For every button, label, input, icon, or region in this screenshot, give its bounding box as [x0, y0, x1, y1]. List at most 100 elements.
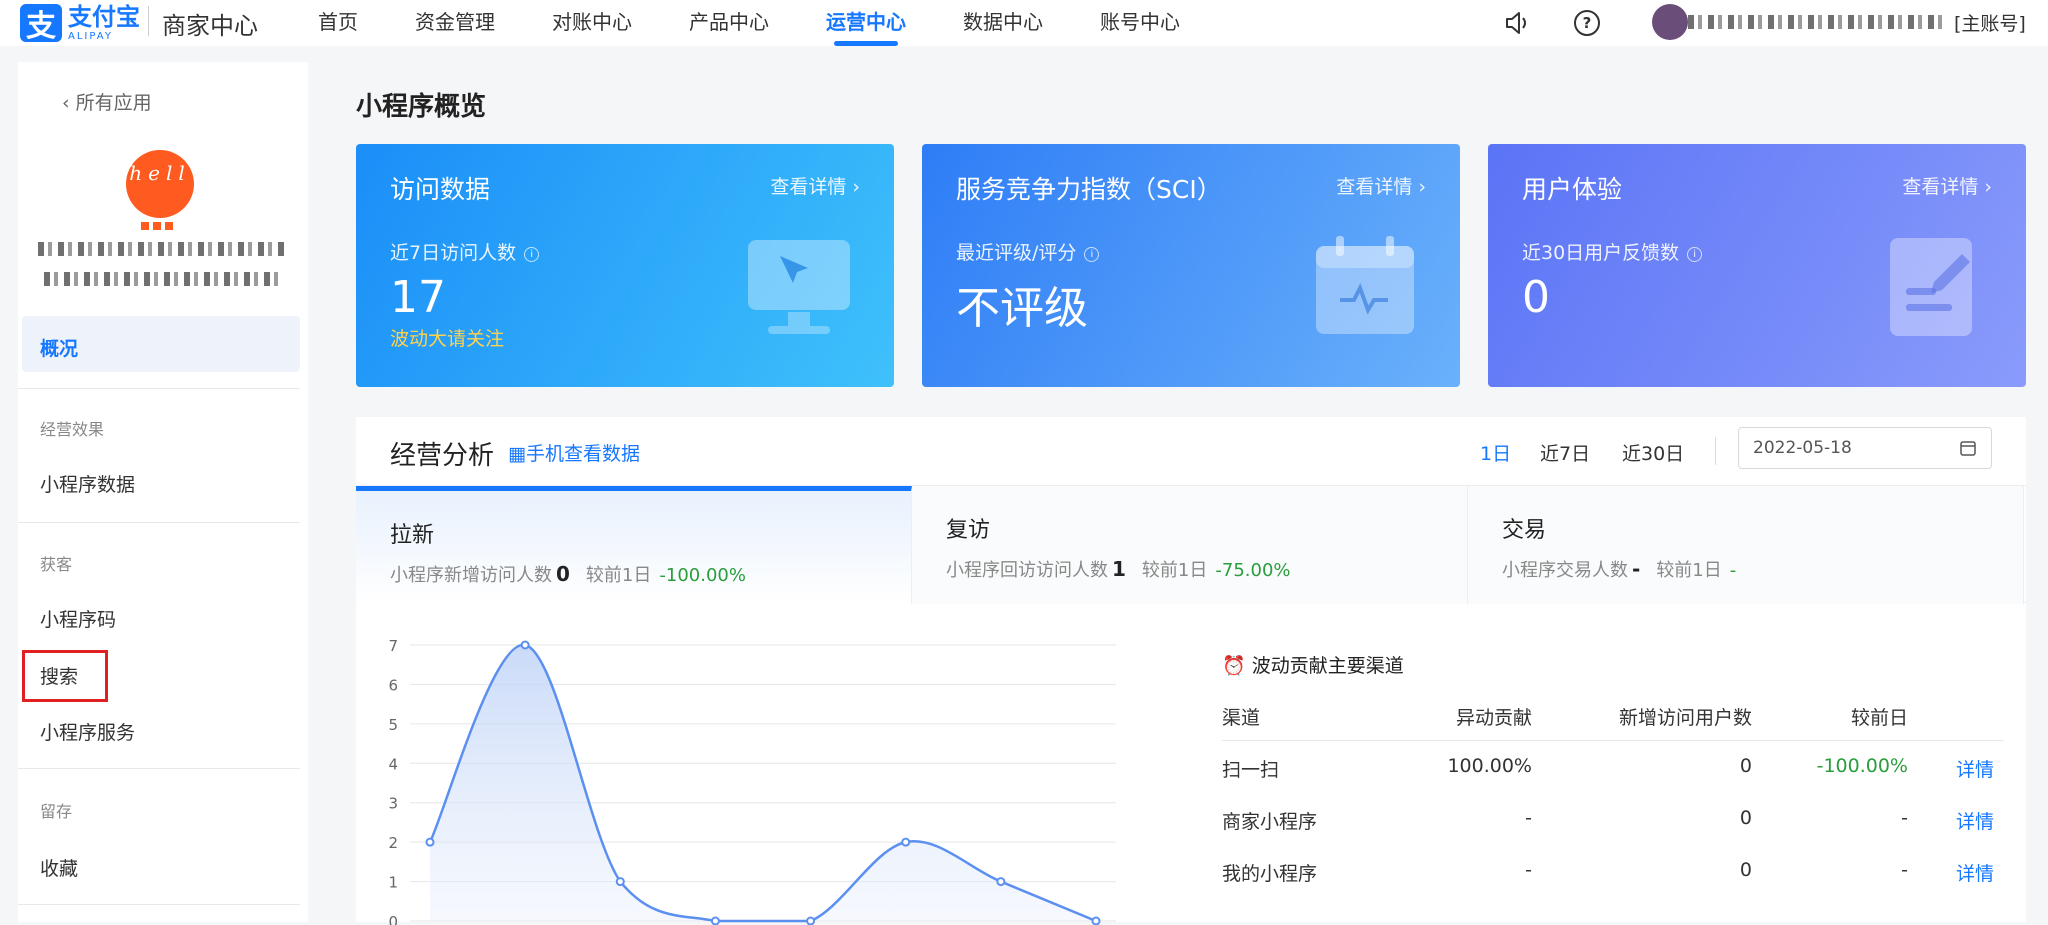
detail-link[interactable]: 详情	[1956, 859, 1994, 886]
data-point	[806, 916, 816, 925]
sidebar-item-mini-service[interactable]: 小程序服务	[40, 718, 135, 745]
th-change: 较前日	[1850, 707, 1908, 729]
range-divider	[1715, 437, 1716, 465]
info-icon[interactable]: i	[1687, 247, 1703, 262]
sidebar-divider	[18, 768, 300, 769]
info-icon[interactable]: i	[1084, 247, 1100, 262]
sidebar-divider	[18, 388, 300, 389]
tab-metric: 小程序回访访问人数 1 较前1日 -75.00%	[946, 557, 1291, 581]
logo-divider	[148, 6, 149, 36]
card-label: 近7日访问人数 i	[390, 238, 540, 265]
th-channel: 渠道	[1222, 707, 1261, 729]
nav-home[interactable]: 首页	[318, 0, 358, 46]
y-tick-label: 2	[388, 834, 398, 852]
account-menu[interactable]: [主账号]	[1652, 4, 2026, 40]
cell-change: -	[1901, 807, 1908, 829]
detail-link[interactable]: 详情	[1956, 755, 1994, 782]
card-detail-link[interactable]: 查看详情 ›	[770, 172, 860, 199]
logo-en-text: ALIPAY	[68, 30, 113, 42]
y-tick-label: 1	[388, 874, 398, 892]
alipay-logo[interactable]: 支 支付宝 ALIPAY	[20, 2, 140, 44]
detail-link[interactable]: 详情	[1956, 807, 1994, 834]
y-tick-label: 4	[388, 755, 398, 773]
data-point	[996, 877, 1006, 887]
data-point	[901, 837, 911, 847]
sidebar-item-mini-code[interactable]: 小程序码	[40, 605, 116, 632]
cell-contribution: -	[1525, 859, 1532, 881]
speaker-icon[interactable]	[1502, 8, 1532, 38]
page-title: 小程序概览	[356, 92, 487, 122]
th-contribution: 异动贡献	[1455, 707, 1532, 729]
calendar-icon	[1960, 441, 1976, 456]
qr-icon: ▦	[508, 443, 526, 465]
masked-account-name	[1688, 15, 1948, 29]
data-point	[520, 640, 530, 650]
channel-table: 渠道 异动贡献 新增访问用户数 较前日 扫一扫 100.00% 0 -100.0…	[1222, 689, 2004, 897]
cell-channel: 我的小程序	[1222, 863, 1318, 885]
card-hint: 波动大请关注	[390, 328, 505, 350]
top-bar: 支 支付宝 ALIPAY 商家中心 首页 资金管理 对账中心 产品中心 运营中心…	[0, 0, 2048, 46]
sidebar-item-favorites[interactable]: 收藏	[40, 854, 78, 881]
tab-return-visits[interactable]: 复访 小程序回访访问人数 1 较前1日 -75.00%	[912, 486, 1468, 604]
trend-chart: 0 1 2 3 4 5 6 7	[388, 637, 1116, 925]
help-icon[interactable]: ?	[1572, 8, 1602, 38]
alarm-icon: ⏰	[1222, 655, 1246, 677]
back-to-all-apps[interactable]: ‹ 所有应用	[62, 88, 152, 115]
nav-account[interactable]: 账号中心	[1100, 0, 1180, 46]
table-row: 扫一扫 100.00% 0 -100.00% 详情	[1222, 741, 2004, 793]
tab-metric: 小程序交易人数 - 较前1日 -	[1502, 557, 1737, 581]
range-30d[interactable]: 近30日	[1622, 439, 1684, 466]
nav-funds[interactable]: 资金管理	[415, 0, 495, 46]
sidebar-divider	[18, 904, 300, 905]
card-detail-link[interactable]: 查看详情 ›	[1336, 172, 1426, 199]
sidebar-divider	[18, 522, 300, 523]
sidebar: ‹ 所有应用 hell 概况 经营效果 小程序数据 获客 小程序码 搜索 小程序…	[18, 62, 308, 922]
info-icon[interactable]: i	[524, 247, 540, 262]
data-point	[1091, 916, 1101, 925]
user-avatar	[1652, 4, 1688, 40]
document-edit-icon	[1890, 238, 1972, 336]
table-row: 我的小程序 - 0 - 详情	[1222, 845, 2004, 897]
tab-transactions[interactable]: 交易 小程序交易人数 - 较前1日 -	[1468, 486, 2024, 604]
sidebar-item-search[interactable]: 搜索	[40, 662, 78, 689]
card-detail-link[interactable]: 查看详情 ›	[1902, 172, 1992, 199]
date-value: 2022-05-18	[1753, 438, 1852, 458]
svg-text:?: ?	[1583, 14, 1592, 32]
app-avatar: hell	[126, 150, 194, 218]
sidebar-item-overview[interactable]: 概况	[40, 334, 78, 361]
cell-new-users: 0	[1739, 807, 1752, 829]
calendar-pulse-icon	[1316, 236, 1414, 334]
table-header: 渠道 异动贡献 新增访问用户数 较前日	[1222, 689, 2004, 741]
card-label: 近30日用户反馈数 i	[1522, 238, 1703, 265]
nav-products[interactable]: 产品中心	[689, 0, 769, 46]
card-label: 最近评级/评分 i	[956, 238, 1100, 265]
card-visits: 访问数据 查看详情 › 近7日访问人数 i 17 波动大请关注	[356, 144, 894, 387]
table-row: 商家小程序 - 0 - 详情	[1222, 793, 2004, 845]
y-tick-label: 3	[388, 795, 398, 813]
date-picker[interactable]: 2022-05-18	[1738, 427, 1992, 469]
masked-app-id	[44, 272, 284, 286]
portal-title: 商家中心	[162, 12, 258, 40]
channel-section-title: ⏰ 波动贡献主要渠道	[1222, 655, 1404, 677]
cell-new-users: 0	[1739, 755, 1752, 777]
sidebar-item-mini-data[interactable]: 小程序数据	[40, 470, 135, 497]
y-tick-label: 7	[388, 637, 398, 655]
mobile-data-link[interactable]: ▦手机查看数据	[508, 439, 640, 466]
tab-new-users[interactable]: 拉新 小程序新增访问人数 0 较前1日 -100.00%	[356, 486, 912, 604]
nav-data[interactable]: 数据中心	[963, 0, 1043, 46]
range-7d[interactable]: 近7日	[1540, 439, 1590, 466]
th-new-users: 新增访问用户数	[1618, 707, 1752, 729]
logo-cn-text: 支付宝	[68, 2, 140, 31]
back-label: 所有应用	[75, 92, 152, 114]
nav-operations[interactable]: 运营中心	[826, 0, 906, 46]
sidebar-group-effect: 经营效果	[40, 420, 105, 439]
sidebar-group-retention: 留存	[40, 802, 73, 821]
analysis-panel: 经营分析 ▦手机查看数据 1日 近7日 近30日 2022-05-18 拉新 小…	[356, 417, 2026, 925]
range-1d[interactable]: 1日	[1480, 439, 1511, 466]
y-tick-label: 0	[388, 913, 398, 925]
analysis-title: 经营分析	[390, 441, 495, 471]
card-title: 用户体验	[1522, 175, 1623, 204]
data-point	[615, 877, 625, 887]
nav-reconciliation[interactable]: 对账中心	[552, 0, 632, 46]
sidebar-group-acquire: 获客	[40, 555, 73, 574]
